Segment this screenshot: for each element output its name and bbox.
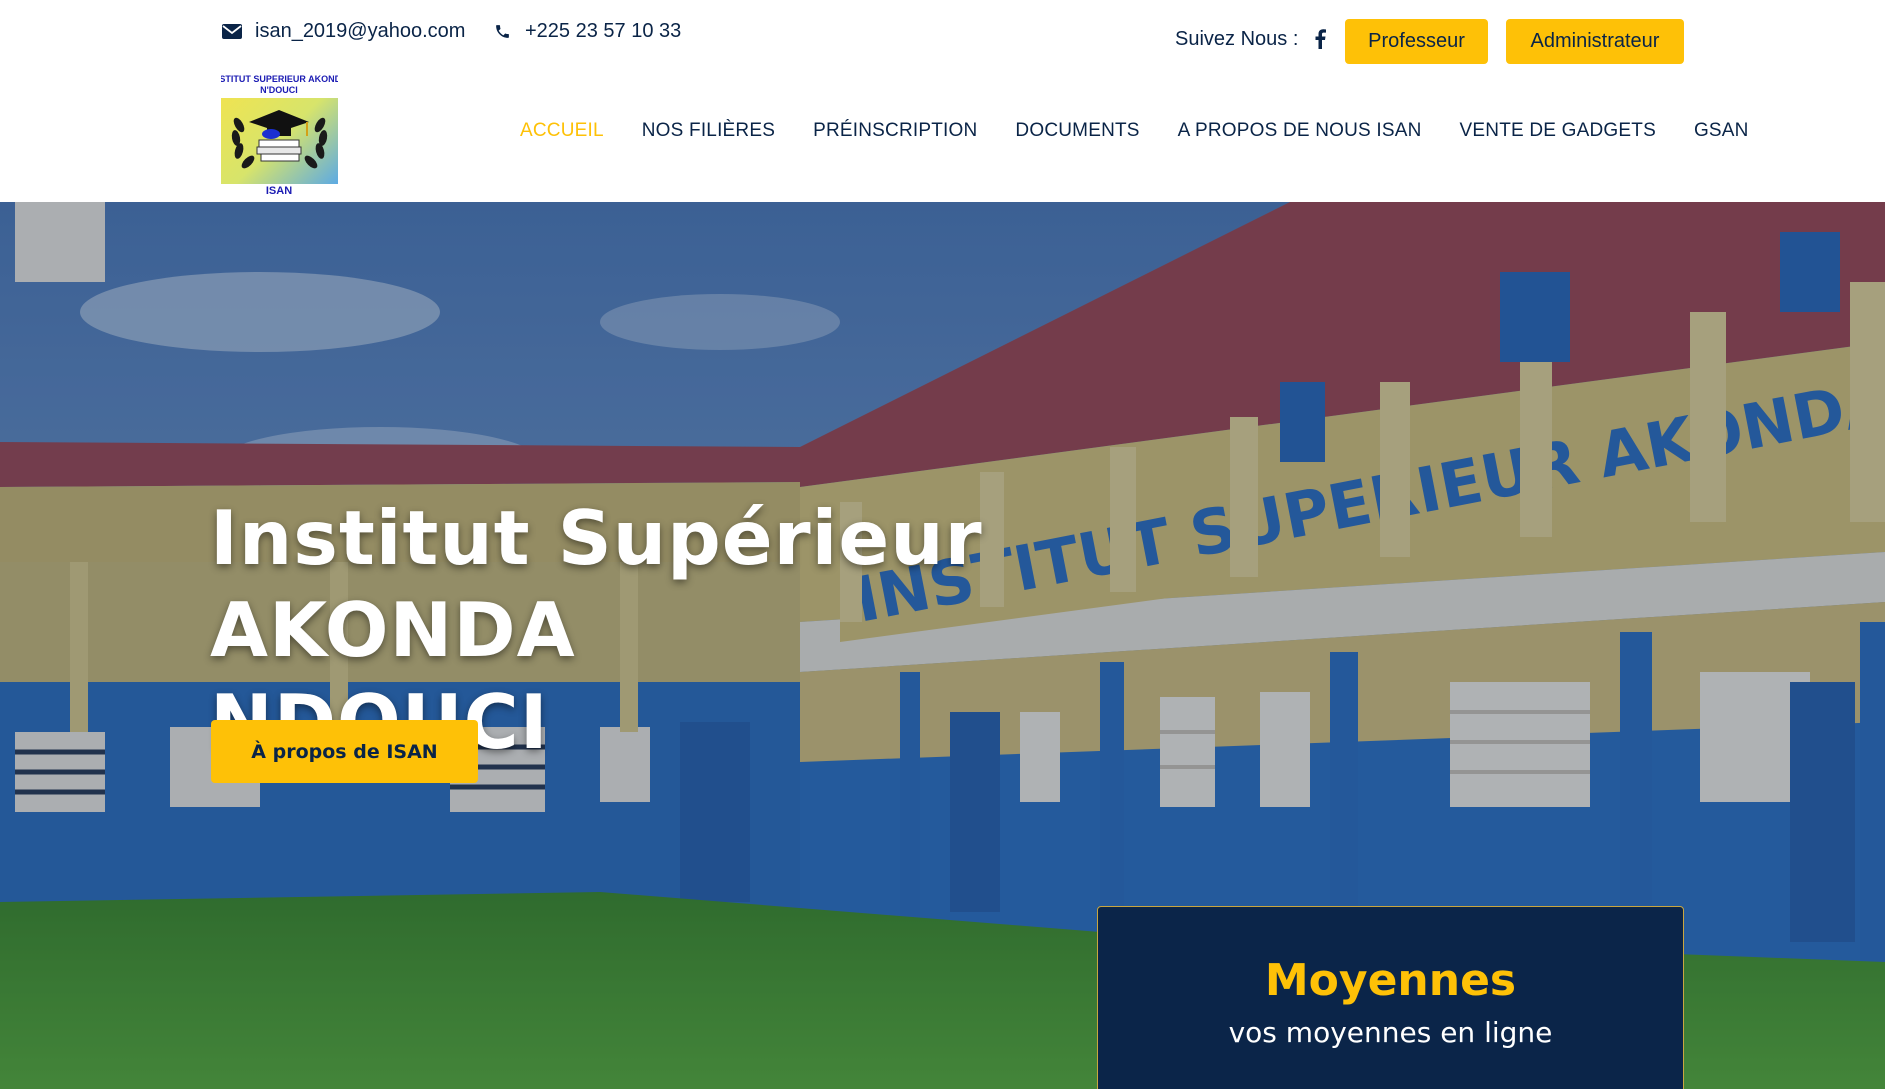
site-logo[interactable]: INSTITUT SUPERIEUR AKONDA N'DOUCI — [210, 70, 348, 197]
administrateur-button[interactable]: Administrateur — [1506, 19, 1684, 64]
moyennes-card[interactable]: Moyennes vos moyennes en ligne — [1097, 906, 1684, 1089]
hero-title-line1: Institut Supérieur AKONDA — [210, 494, 983, 674]
contact-email[interactable]: isan_2019@yahoo.com — [221, 20, 465, 43]
nav-item-a-propos[interactable]: A PROPOS DE NOUS ISAN — [1178, 120, 1422, 142]
moyennes-card-title: Moyennes — [1264, 955, 1517, 1006]
facebook-icon[interactable] — [1312, 27, 1328, 51]
logo-text-bottom: ISAN — [266, 185, 292, 195]
nav-item-preinscription[interactable]: PRÉINSCRIPTION — [813, 120, 977, 142]
nav-item-documents[interactable]: DOCUMENTS — [1015, 120, 1139, 142]
hero-banner: INSTITUT SUPERIEUR AKONDA NDOUCI — [0, 202, 1885, 1089]
nav-item-gsan[interactable]: GSAN — [1694, 120, 1749, 142]
contact-phone-text[interactable]: +225 23 57 10 33 — [525, 20, 681, 43]
envelope-icon — [221, 21, 243, 43]
professeur-button[interactable]: Professeur — [1345, 19, 1488, 64]
logo-text-line2: N'DOUCI — [260, 85, 298, 95]
nav-item-vente-gadgets[interactable]: VENTE DE GADGETS — [1460, 120, 1656, 142]
logo-text-line1: INSTITUT SUPERIEUR AKONDA — [221, 74, 338, 84]
about-isan-button[interactable]: À propos de ISAN — [211, 720, 478, 783]
site-header: isan_2019@yahoo.com +225 23 57 10 33 Sui… — [0, 0, 1885, 202]
nav-item-nos-filieres[interactable]: NOS FILIÈRES — [642, 120, 775, 142]
moyennes-card-subtitle: vos moyennes en ligne — [1228, 1016, 1553, 1049]
phone-icon — [491, 21, 513, 43]
contact-email-text[interactable]: isan_2019@yahoo.com — [255, 20, 465, 43]
contact-phone[interactable]: +225 23 57 10 33 — [491, 20, 681, 43]
main-nav: ACCUEIL NOS FILIÈRES PRÉINSCRIPTION DOCU… — [520, 120, 1749, 142]
nav-item-accueil[interactable]: ACCUEIL — [520, 120, 604, 142]
follow-label: Suivez Nous : — [1175, 28, 1299, 50]
